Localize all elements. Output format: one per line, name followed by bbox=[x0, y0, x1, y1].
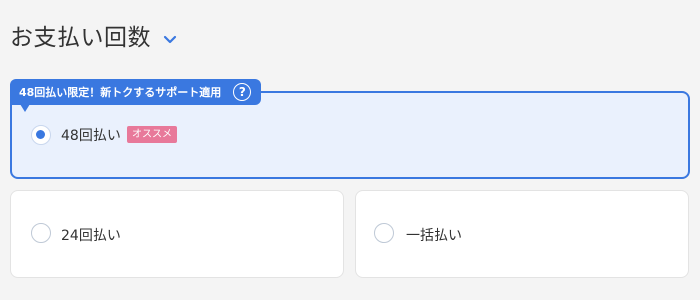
radio-lump-sum[interactable] bbox=[374, 223, 394, 243]
recommended-badge: オススメ bbox=[127, 126, 177, 143]
option-label-24: 24回払い bbox=[61, 228, 121, 244]
help-icon-glyph: ? bbox=[238, 85, 246, 99]
chevron-down-icon bbox=[163, 31, 177, 44]
option-label-48: 48回払い bbox=[61, 128, 121, 144]
question-circle-icon[interactable]: ? bbox=[233, 83, 252, 101]
section-header: お支払い回数 bbox=[10, 18, 177, 52]
page-title: お支払い回数 bbox=[10, 25, 151, 51]
promo-pointer bbox=[20, 104, 30, 112]
option-label-lump-sum: 一括払い bbox=[406, 228, 462, 244]
radio-24[interactable] bbox=[31, 223, 51, 243]
radio-48[interactable] bbox=[31, 125, 51, 145]
promo-banner: 48回払い限定！新トクするサポート適用 ? bbox=[10, 79, 262, 105]
promo-text: 48回払い限定！新トクするサポート適用 bbox=[19, 86, 222, 99]
payment-count-section: お支払い回数 48回払い限定！新トクするサポート適用 ? 48回払い オススメ … bbox=[0, 0, 700, 300]
